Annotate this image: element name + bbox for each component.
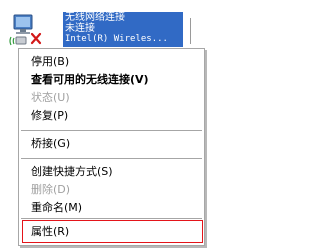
- menu-item-delete: 删除(D): [31, 183, 71, 196]
- connection-device: Intel(R) Wireles...: [65, 34, 168, 44]
- menu-item-disable[interactable]: 停用(B): [31, 53, 69, 71]
- window-edge: [190, 18, 191, 44]
- menu-item-rename[interactable]: 重命名(M): [31, 199, 82, 217]
- network-adapter-disconnected-icon[interactable]: [8, 13, 42, 47]
- menu-item-create-shortcut[interactable]: 创建快捷方式(S): [31, 163, 113, 181]
- connection-status: 未连接: [65, 23, 95, 34]
- connection-label[interactable]: 无线网络连接 未连接 Intel(R) Wireles...: [63, 12, 183, 47]
- menu-item-status: 状态(U): [31, 91, 70, 104]
- menu-item-properties[interactable]: 属性(R): [31, 223, 69, 241]
- menu-separator: [21, 158, 202, 159]
- context-menu: 停用(B) 查看可用的无线连接(V) 状态(U) 修复(P) 桥接(G) 创建快…: [18, 48, 205, 246]
- menu-item-repair[interactable]: 修复(P): [31, 107, 68, 125]
- menu-separator: [21, 218, 202, 219]
- desktop-view: 无线网络连接 未连接 Intel(R) Wireles... 停用(B) 查看可…: [0, 0, 213, 250]
- connection-name: 无线网络连接: [65, 12, 125, 23]
- menu-item-bridge[interactable]: 桥接(G): [31, 135, 70, 153]
- menu-separator: [21, 130, 202, 131]
- menu-item-view-wireless-networks[interactable]: 查看可用的无线连接(V): [31, 71, 149, 89]
